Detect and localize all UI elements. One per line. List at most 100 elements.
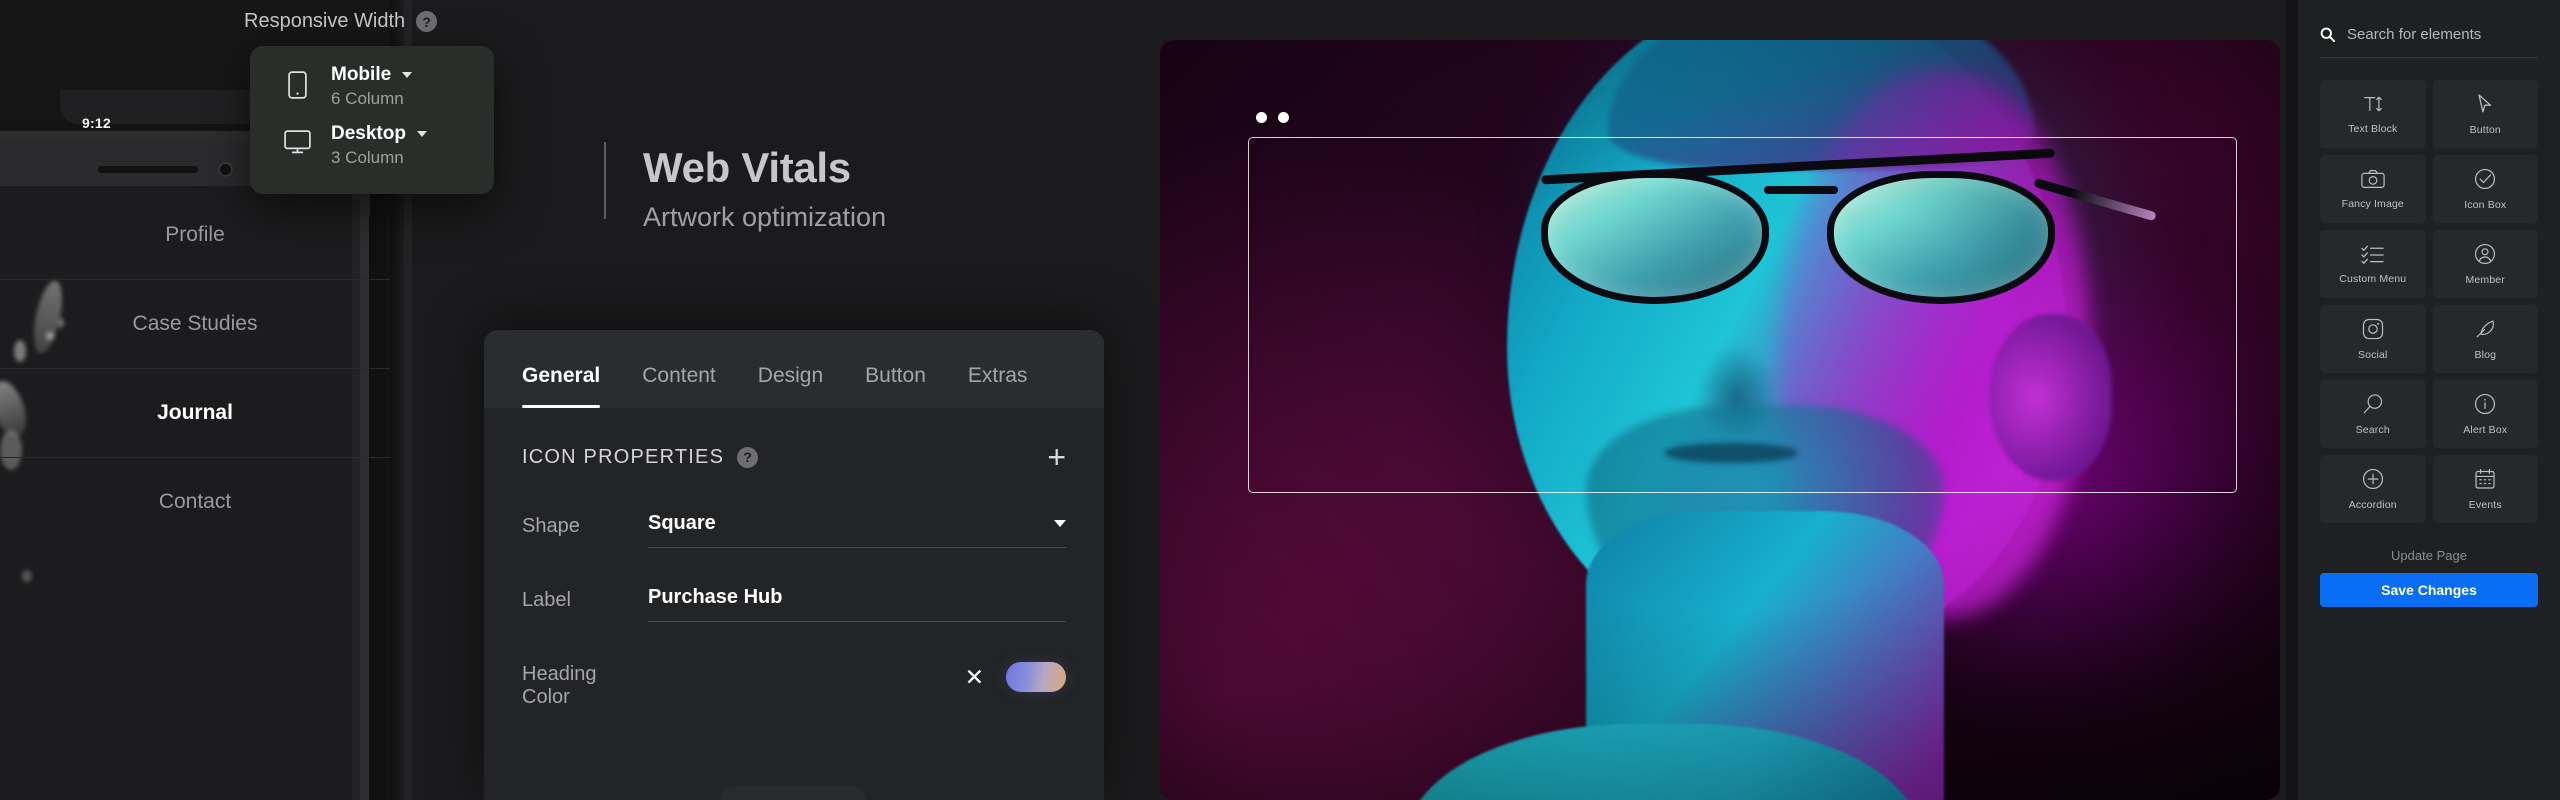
responsive-option-text: Mobile 6 Column — [331, 64, 413, 109]
element-card-icon-box[interactable]: Icon Box — [2432, 155, 2538, 223]
shape-select-value: Square — [648, 512, 716, 534]
element-card-search[interactable]: Search — [2320, 380, 2426, 448]
update-page-label: Update Page — [2391, 548, 2467, 563]
field-shape: Shape Square — [522, 512, 1066, 548]
camera-icon — [2361, 169, 2385, 189]
search-icon — [2320, 27, 2335, 42]
nav-item-contact[interactable]: Contact — [0, 457, 390, 546]
element-label: Custom Menu — [2339, 272, 2407, 285]
tab-button[interactable]: Button — [865, 352, 926, 408]
nav-item-profile[interactable]: Profile — [0, 190, 390, 279]
heading-color-wrap: ✕ — [648, 660, 1066, 692]
element-label: Member — [2465, 273, 2505, 286]
cursor-arrow-icon — [2475, 93, 2495, 115]
selection-outline[interactable] — [1248, 137, 2237, 493]
search-input[interactable]: Search for elements — [2320, 26, 2538, 58]
search-placeholder: Search for elements — [2347, 26, 2482, 43]
responsive-option-label: Mobile — [331, 64, 392, 85]
label-input-value: Purchase Hub — [648, 586, 783, 608]
editor-root: 9:12 Profile Case Studies Journal Contac… — [0, 0, 2560, 800]
element-label: Events — [2468, 498, 2502, 511]
phone-status-time: 9:12 — [82, 115, 111, 131]
tab-general[interactable]: General — [522, 352, 601, 408]
page-title-block: Web Vitals Artwork optimization — [643, 144, 886, 233]
shape-select[interactable]: Square — [648, 512, 1066, 548]
instagram-icon — [2362, 318, 2384, 340]
responsive-option-mobile[interactable]: Mobile 6 Column — [250, 64, 494, 109]
properties-tab-bar: General Content Design Button Extras — [484, 330, 1104, 408]
chevron-down-icon[interactable] — [402, 72, 413, 78]
user-circle-icon — [2474, 243, 2496, 265]
panel-drag-handle[interactable] — [720, 786, 866, 800]
feather-pen-icon — [2474, 318, 2496, 340]
tab-extras[interactable]: Extras — [968, 352, 1028, 408]
nav-item-case-studies[interactable]: Case Studies — [0, 279, 390, 368]
tab-content[interactable]: Content — [642, 352, 716, 408]
tab-design[interactable]: Design — [758, 352, 823, 408]
responsive-option-columns: 3 Column — [331, 148, 404, 167]
save-changes-button[interactable]: Save Changes — [2320, 573, 2538, 607]
elements-grid: Text Block Button Fancy Image Icon Box C… — [2320, 80, 2538, 523]
element-card-blog[interactable]: Blog — [2432, 305, 2538, 373]
element-label: Icon Box — [2464, 198, 2507, 211]
phone-camera — [218, 162, 233, 177]
elements-sidebar: Search for elements Text Block Button Fa… — [2298, 0, 2560, 800]
close-x-icon[interactable]: ✕ — [965, 665, 984, 689]
help-circle-icon[interactable]: ? — [737, 446, 759, 468]
field-heading-color: Heading Color ✕ — [522, 660, 1066, 709]
element-card-social[interactable]: Social — [2320, 305, 2426, 373]
calendar-icon — [2474, 468, 2496, 490]
element-card-button[interactable]: Button — [2432, 80, 2538, 148]
page-title: Web Vitals — [643, 144, 851, 191]
element-card-events[interactable]: Events — [2432, 455, 2538, 523]
artwork-canvas[interactable] — [1160, 40, 2280, 800]
plus-circle-icon — [2362, 468, 2384, 490]
page-subtitle: Artwork optimization — [643, 202, 887, 232]
element-card-alert-box[interactable]: Alert Box — [2432, 380, 2538, 448]
popover-tail — [365, 194, 370, 216]
window-dots[interactable] — [1256, 112, 1289, 123]
phone-speaker — [98, 166, 198, 173]
element-card-member[interactable]: Member — [2432, 230, 2538, 298]
element-card-accordion[interactable]: Accordion — [2320, 455, 2426, 523]
chevron-down-icon — [1054, 520, 1066, 527]
help-circle-icon[interactable]: ? — [416, 11, 438, 32]
element-label: Button — [2469, 123, 2501, 136]
element-card-fancy-image[interactable]: Fancy Image — [2320, 155, 2426, 223]
element-label: Fancy Image — [2341, 197, 2404, 210]
element-card-text-block[interactable]: Text Block — [2320, 80, 2426, 148]
element-label: Alert Box — [2463, 423, 2508, 436]
responsive-option-label: Desktop — [331, 123, 406, 144]
element-card-custom-menu[interactable]: Custom Menu — [2320, 230, 2426, 298]
headline-divider — [604, 142, 606, 219]
element-label: Search — [2355, 423, 2390, 436]
element-label: Blog — [2474, 348, 2497, 361]
chevron-down-icon[interactable] — [416, 131, 427, 137]
responsive-option-desktop[interactable]: Desktop 3 Column — [250, 123, 494, 168]
field-label-shape: Shape — [522, 515, 580, 537]
label-input[interactable]: Purchase Hub — [648, 586, 1066, 622]
label-input-wrap: Purchase Hub — [648, 586, 1066, 622]
properties-body: ICON PROPERTIES ? + Shape Square Label P… — [484, 408, 1104, 709]
section-title: ICON PROPERTIES — [522, 445, 725, 468]
element-label: Social — [2358, 348, 2388, 361]
element-label: Accordion — [2348, 498, 2397, 511]
preview-site-nav: Profile Case Studies Journal Contact — [0, 190, 390, 546]
responsive-width-header: Responsive Width ? — [244, 10, 438, 33]
responsive-width-popover: Mobile 6 Column Desktop 3 Column — [250, 46, 494, 194]
field-label-heading-color: Heading Color — [522, 663, 597, 708]
element-label: Text Block — [2348, 122, 2398, 135]
heading-color-swatch[interactable] — [1006, 662, 1066, 692]
nav-item-journal[interactable]: Journal — [0, 368, 390, 457]
mobile-icon — [280, 64, 314, 99]
artwork-fragment — [22, 570, 32, 582]
responsive-width-title: Responsive Width — [244, 10, 406, 32]
heading-color-row: ✕ — [648, 660, 1066, 692]
field-label: Label Purchase Hub — [522, 586, 1066, 622]
info-circle-icon — [2474, 393, 2496, 415]
shape-select-wrap: Square — [648, 512, 1066, 548]
plus-icon[interactable]: + — [1047, 441, 1066, 473]
text-block-icon — [2362, 94, 2384, 114]
magnifier-icon — [2362, 393, 2384, 415]
checklist-icon — [2361, 244, 2384, 264]
